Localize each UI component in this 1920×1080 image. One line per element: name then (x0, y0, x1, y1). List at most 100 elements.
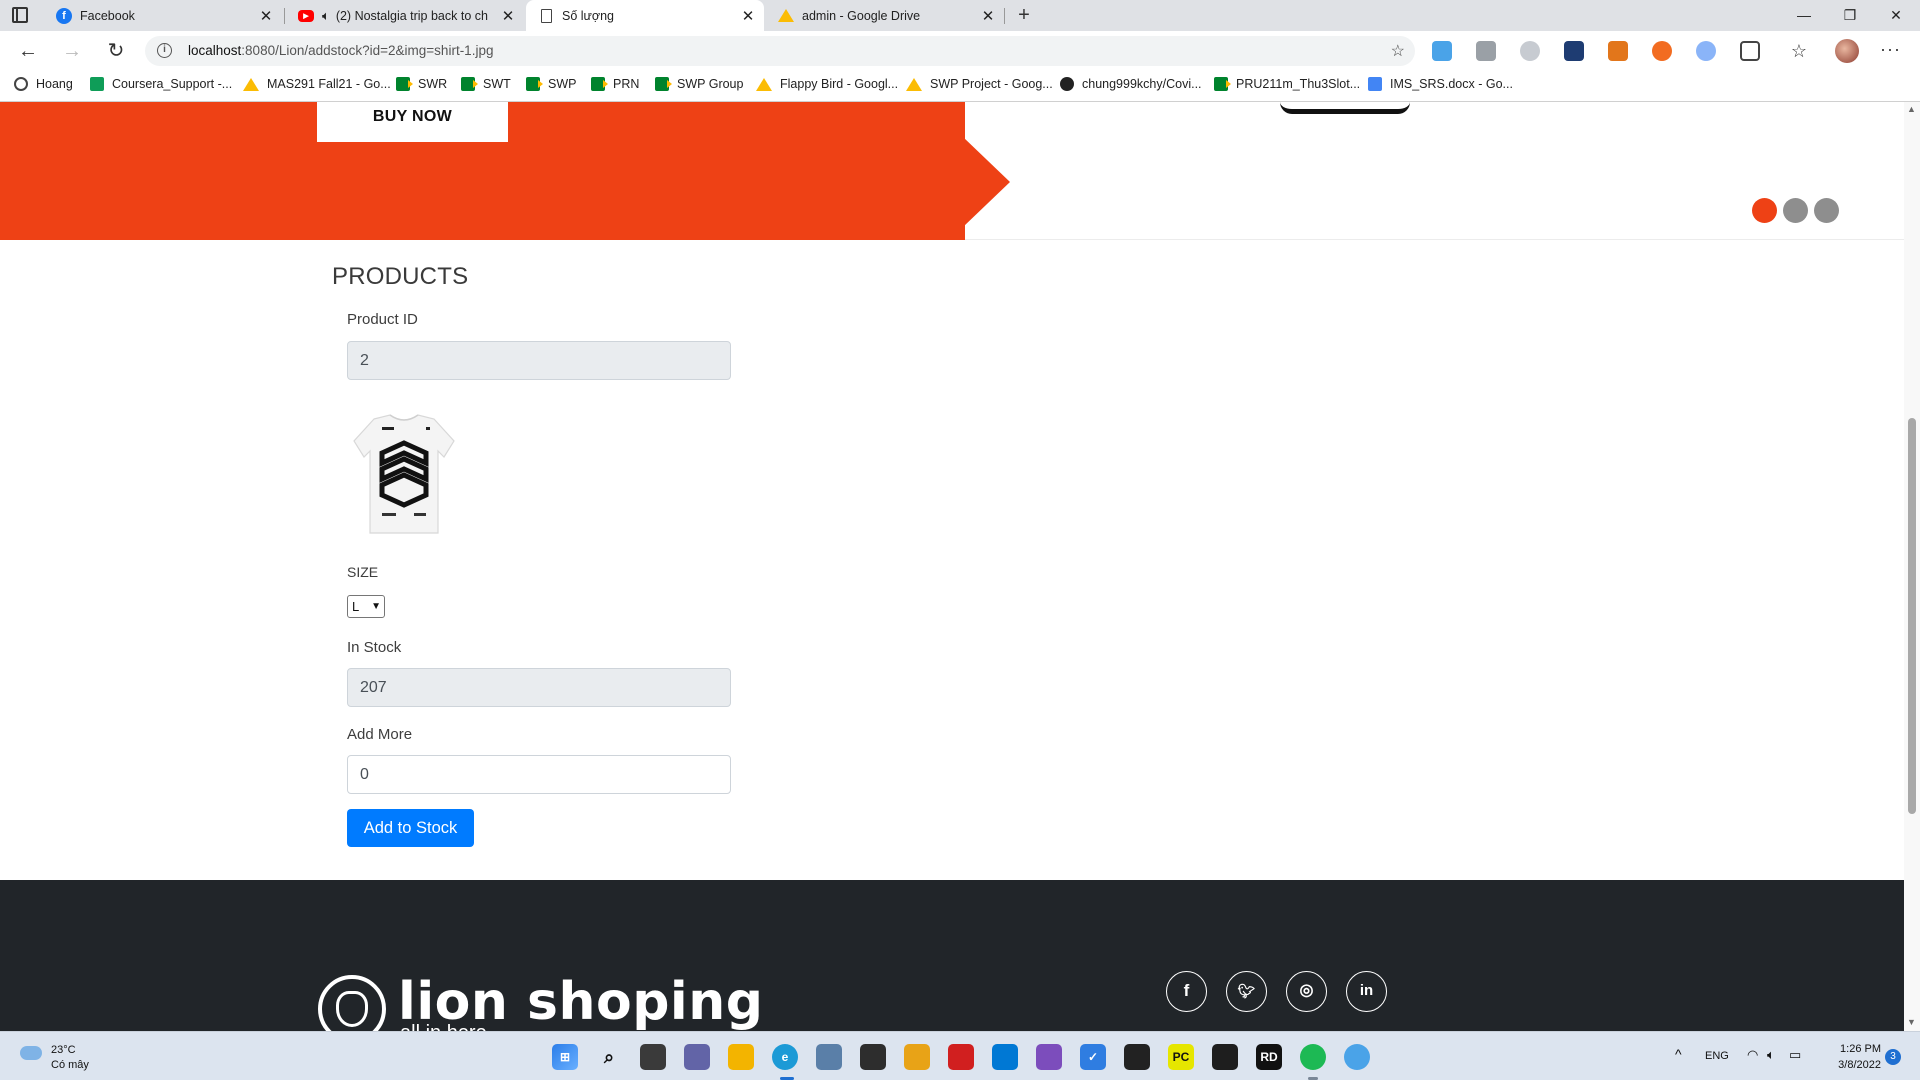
app-icon[interactable] (816, 1044, 842, 1070)
extension-icon[interactable] (1476, 41, 1496, 61)
tab-facebook[interactable]: f Facebook ✕ (44, 0, 282, 31)
language-indicator[interactable]: ENG (1705, 1050, 1729, 1062)
extensions-puzzle-icon[interactable] (1740, 41, 1760, 61)
volume-icon[interactable]: 🔈︎ (1767, 1047, 1775, 1063)
bookmark-ims-srs[interactable]: IMS_SRS.docx - Go... (1368, 77, 1513, 91)
facebook-icon[interactable]: f (1166, 971, 1207, 1012)
search-icon[interactable]: ⌕ (596, 1044, 622, 1070)
extension-icon[interactable] (1696, 41, 1716, 61)
scroll-down-icon[interactable]: ▼ (1907, 1017, 1916, 1027)
carousel-dot-2[interactable] (1783, 198, 1808, 223)
twitter-icon[interactable]: 🐦︎ (1226, 971, 1267, 1012)
bookmark-pru211m[interactable]: PRU211m_Thu3Slot... (1214, 77, 1360, 91)
minimize-icon[interactable]: — (1782, 0, 1826, 31)
unity-hub-icon[interactable] (1212, 1044, 1238, 1070)
linkedin-icon[interactable]: in (1346, 971, 1387, 1012)
battery-icon[interactable]: ▭ (1789, 1047, 1801, 1063)
app-icon[interactable] (904, 1044, 930, 1070)
google-drive-icon (778, 8, 794, 24)
in-stock-field[interactable]: 207 (347, 668, 731, 707)
scroll-up-icon[interactable]: ▲ (1907, 104, 1916, 114)
wifi-icon[interactable]: ◠ (1747, 1047, 1758, 1063)
classroom-icon (90, 77, 104, 91)
carousel-dot-1[interactable] (1752, 198, 1777, 223)
file-explorer-icon[interactable] (728, 1044, 754, 1070)
bookmark-coursera[interactable]: Coursera_Support -... (90, 77, 232, 91)
google-drive-icon (906, 77, 922, 91)
add-more-input[interactable]: 0 (347, 755, 731, 794)
clock-time[interactable]: 1:26 PM (1837, 1043, 1881, 1055)
google-meet-icon (1214, 77, 1231, 91)
bookmark-mas291[interactable]: MAS291 Fall21 - Go... (243, 77, 391, 91)
bookmark-swt[interactable]: SWT (461, 77, 511, 91)
size-label: SIZE (347, 564, 379, 580)
tab-actions-icon[interactable] (12, 7, 28, 23)
close-icon[interactable]: ✕ (258, 7, 274, 25)
pycharm-icon[interactable]: PC (1168, 1044, 1194, 1070)
extension-icon[interactable] (1520, 41, 1540, 61)
banner-shoe-image (1280, 102, 1410, 114)
bookmark-swp[interactable]: SWP (526, 77, 576, 91)
address-bar[interactable]: i localhost:8080/Lion/addstock?id=2&img=… (145, 36, 1415, 66)
restore-icon[interactable]: ❐ (1828, 0, 1872, 31)
speaker-icon[interactable]: 🔈︎ (322, 8, 330, 24)
bookmark-github[interactable]: chung999kchy/Covi... (1060, 77, 1202, 91)
notification-badge[interactable]: 3 (1885, 1049, 1901, 1065)
task-view-icon[interactable] (640, 1044, 666, 1070)
tab-separator (1004, 8, 1005, 24)
network-app-icon[interactable] (1344, 1044, 1370, 1070)
forward-icon[interactable]: → (58, 37, 86, 65)
close-icon[interactable]: ✕ (740, 7, 756, 25)
favorites-icon[interactable]: ☆ (1785, 37, 1813, 65)
bookmark-prn[interactable]: PRN (591, 77, 639, 91)
todo-icon[interactable]: ✓ (1080, 1044, 1106, 1070)
weather-temperature[interactable]: 23°C (51, 1044, 76, 1056)
tab-so-luong[interactable]: Số lượng ✕ (526, 0, 764, 31)
close-window-icon[interactable]: ✕ (1874, 0, 1918, 31)
weather-cloud-icon[interactable] (20, 1046, 42, 1060)
info-icon[interactable]: i (157, 43, 172, 58)
extension-icon[interactable] (1652, 41, 1672, 61)
close-icon[interactable]: ✕ (500, 7, 516, 25)
add-favorite-icon[interactable]: ☆ (1391, 41, 1405, 61)
edge-icon[interactable]: e (772, 1044, 798, 1070)
bookmark-flappy-bird[interactable]: Flappy Bird - Googl... (756, 77, 898, 91)
clock-date[interactable]: 3/8/2022 (1827, 1059, 1881, 1071)
spotify-icon[interactable] (1300, 1044, 1326, 1070)
rider-icon[interactable]: RD (1256, 1044, 1282, 1070)
bookmark-swr[interactable]: SWR (396, 77, 447, 91)
page-scrollbar[interactable]: ▲ ▼ (1904, 102, 1920, 1031)
weather-condition[interactable]: Có mây (51, 1059, 89, 1071)
back-icon[interactable]: ← (14, 37, 42, 65)
start-icon[interactable]: ⊞ (552, 1044, 578, 1070)
bookmark-swp-project[interactable]: SWP Project - Goog... (906, 77, 1053, 91)
show-hidden-icons[interactable]: ^ (1675, 1046, 1682, 1062)
instagram-icon[interactable]: ◎ (1286, 971, 1327, 1012)
extension-icon[interactable] (1564, 41, 1584, 61)
url-text[interactable]: localhost:8080/Lion/addstock?id=2&img=sh… (188, 43, 493, 58)
bookmark-hoang[interactable]: Hoang (14, 77, 73, 91)
windows-taskbar: 23°C Có mây ⊞ ⌕ e ✓ PC RD ^ ENG ◠ 🔈︎ ▭ 1… (0, 1031, 1920, 1080)
app-icon[interactable] (948, 1044, 974, 1070)
carousel-dot-3[interactable] (1814, 198, 1839, 223)
vscode-icon[interactable] (992, 1044, 1018, 1070)
metamask-icon[interactable] (1608, 41, 1628, 61)
reload-icon[interactable]: ↻ (102, 37, 130, 65)
teams-chat-icon[interactable] (684, 1044, 710, 1070)
visual-studio-icon[interactable] (1036, 1044, 1062, 1070)
new-tab-button[interactable]: + (1012, 3, 1036, 27)
add-to-stock-button[interactable]: Add to Stock (347, 809, 474, 847)
more-menu-icon[interactable]: ··· (1880, 39, 1901, 60)
extension-icon[interactable] (1432, 41, 1452, 61)
buy-now-button[interactable]: BUY NOW (317, 102, 508, 142)
bookmark-swp-group[interactable]: SWP Group (655, 77, 743, 91)
tab-youtube[interactable]: ▶ 🔈︎ (2) Nostalgia trip back to ch ✕ (286, 0, 524, 31)
unity-icon[interactable] (860, 1044, 886, 1070)
close-icon[interactable]: ✕ (980, 7, 996, 25)
size-select[interactable]: L ▼ (347, 595, 385, 618)
scroll-thumb[interactable] (1908, 418, 1916, 814)
product-id-field[interactable]: 2 (347, 341, 731, 380)
tab-google-drive[interactable]: admin - Google Drive ✕ (766, 0, 1004, 31)
sticky-notes-icon[interactable] (1124, 1044, 1150, 1070)
avatar[interactable] (1835, 39, 1859, 63)
